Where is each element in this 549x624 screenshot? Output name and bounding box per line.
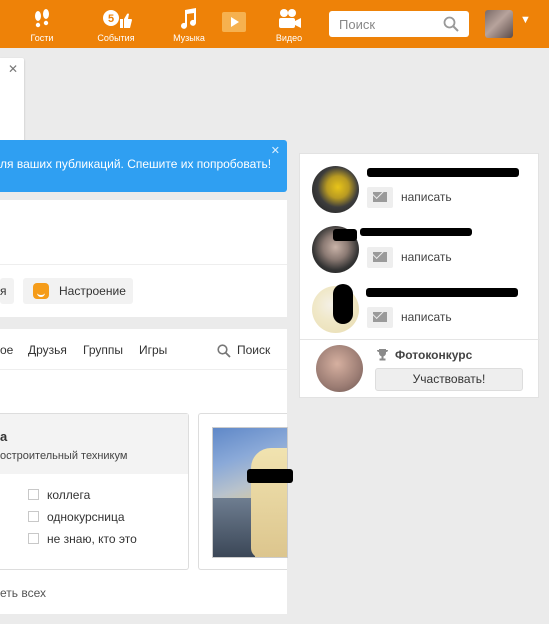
- redaction-mark: [367, 168, 519, 177]
- message-link[interactable]: написать: [401, 250, 452, 264]
- photo-subject: [251, 448, 287, 557]
- message-button[interactable]: [367, 307, 393, 328]
- events-badge: 5: [108, 13, 114, 25]
- message-link[interactable]: написать: [401, 190, 452, 204]
- person-photo[interactable]: [212, 427, 288, 558]
- top-search-input[interactable]: [329, 11, 437, 37]
- message-button[interactable]: [367, 247, 393, 268]
- checkbox[interactable]: [28, 511, 39, 522]
- post-option-button[interactable]: я: [0, 278, 14, 304]
- tab-games[interactable]: Игры: [139, 343, 167, 357]
- message-link[interactable]: написать: [401, 310, 452, 324]
- banner-text: ля ваших публикаций. Спешите их попробов…: [0, 157, 272, 171]
- photo-background: [213, 498, 255, 557]
- tab-search[interactable]: Поиск: [237, 343, 270, 357]
- checkbox[interactable]: [28, 489, 39, 500]
- person-suggestion-card: а остроительный техникум коллега однокур…: [0, 413, 189, 570]
- trophy-icon: [377, 349, 388, 361]
- participate-button[interactable]: Участвовать!: [375, 368, 523, 391]
- footprints-icon: [12, 4, 72, 32]
- nav-events[interactable]: 5 События: [86, 4, 146, 44]
- search-icon[interactable]: [443, 16, 459, 32]
- close-icon[interactable]: ✕: [8, 62, 18, 76]
- nav-guests-label: Гости: [30, 33, 54, 43]
- divider: [0, 264, 287, 265]
- tab-friends[interactable]: Друзья: [28, 343, 67, 357]
- person-name[interactable]: а: [0, 429, 7, 444]
- mood-button[interactable]: Настроение: [23, 278, 133, 304]
- nav-guests[interactable]: Гости: [12, 4, 72, 44]
- relation-option-label: однокурсница: [47, 510, 125, 524]
- info-banner: ля ваших публикаций. Спешите их попробов…: [0, 140, 287, 192]
- online-friends-panel: написать написать написать Фотоконкурс У…: [299, 153, 540, 398]
- contest-avatar[interactable]: [316, 345, 363, 392]
- redaction-mark: [366, 288, 518, 297]
- redaction-mark: [333, 229, 357, 241]
- divider: [0, 369, 287, 370]
- redaction-mark: [360, 228, 472, 236]
- search-icon[interactable]: [217, 344, 231, 358]
- relation-option-label: коллега: [47, 488, 91, 502]
- nav-video[interactable]: Видео: [259, 4, 319, 44]
- smiley-icon: [33, 283, 49, 299]
- notification-popup: ✕: [0, 58, 24, 142]
- top-navigation-bar: Гости 5 События Музыка Видео Поиск ▼: [0, 0, 549, 48]
- nav-video-label: Видео: [275, 33, 303, 43]
- video-play-icon[interactable]: [222, 12, 246, 32]
- mood-label: Настроение: [59, 284, 126, 298]
- nav-events-label: События: [97, 33, 135, 43]
- friend-item: написать: [300, 214, 540, 274]
- music-icon: [159, 4, 219, 32]
- top-search-box[interactable]: [329, 11, 469, 37]
- video-camera-icon: [259, 4, 319, 32]
- nav-music[interactable]: Музыка: [159, 4, 219, 44]
- contest-title[interactable]: Фотоконкурс: [395, 348, 472, 362]
- redaction-mark: [247, 469, 293, 483]
- chevron-down-icon[interactable]: ▼: [520, 14, 531, 26]
- tab-all[interactable]: ое: [0, 343, 13, 357]
- events-icon: 5: [86, 4, 146, 32]
- divider: [300, 339, 540, 340]
- nav-music-label: Музыка: [173, 33, 205, 43]
- person-header: а остроительный техникум: [0, 414, 188, 474]
- relation-option-label: не знаю, кто это: [47, 532, 137, 546]
- show-all-link[interactable]: еть всех: [0, 586, 46, 600]
- close-icon[interactable]: ✕: [271, 144, 280, 157]
- friend-item: написать: [300, 154, 540, 214]
- person-school: остроительный техникум: [0, 450, 128, 462]
- redaction-mark: [333, 284, 353, 324]
- message-button[interactable]: [367, 187, 393, 208]
- user-avatar[interactable]: [485, 10, 513, 38]
- tab-groups[interactable]: Группы: [83, 343, 123, 357]
- person-photo-card: [198, 413, 293, 570]
- checkbox[interactable]: [28, 533, 39, 544]
- friend-avatar[interactable]: [312, 166, 359, 213]
- friend-item: написать: [300, 274, 540, 334]
